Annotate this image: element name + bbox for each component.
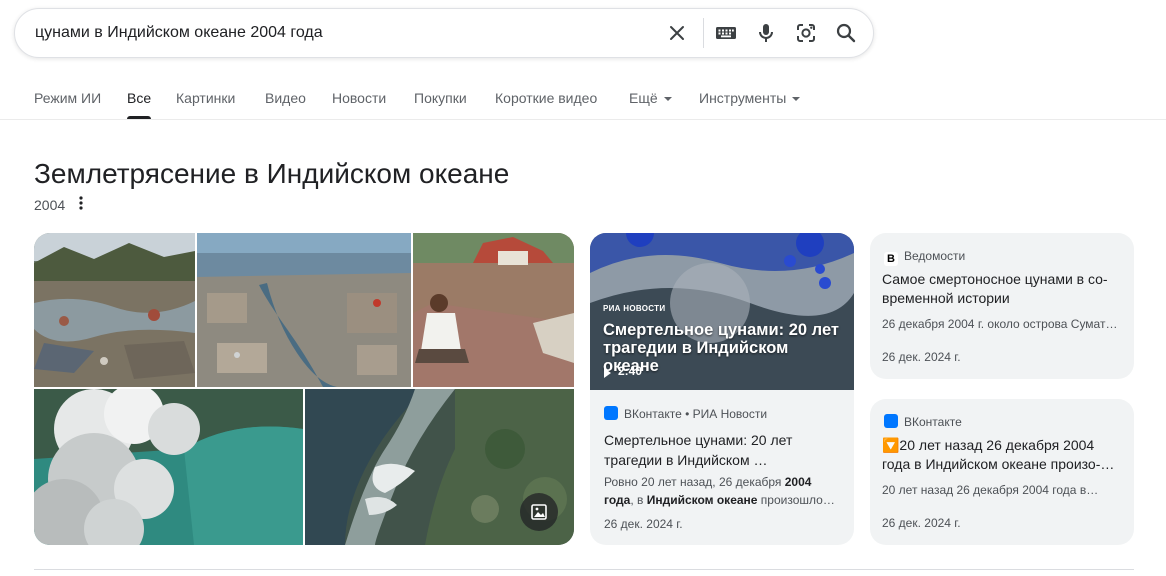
image-icon [531,504,547,520]
more-options-icon[interactable] [72,194,90,214]
tab-more[interactable]: Ещё [629,78,672,118]
news-source: ВКонтакте [884,414,962,430]
news-date: 26 дек. 2024 г. [882,350,961,364]
search-bar [14,8,874,58]
news-source-text: Ведомости [904,249,966,263]
search-divider [703,18,704,48]
tab-label: Режим ИИ [34,90,102,106]
news-source-text: ВКонтакте [904,415,962,429]
news-source: B Ведомости [884,248,965,266]
play-icon [604,368,611,378]
video-source: ВКонтакте • РИА Новости [604,406,767,422]
keyboard-icon[interactable] [714,21,738,45]
tab-short-videos[interactable]: Короткие видео [495,78,597,118]
section-divider [34,569,1134,570]
vk-icon [884,414,898,428]
caret-down-icon [792,97,801,102]
tab-tools[interactable]: Инструменты [699,78,801,118]
tab-label: Новости [332,90,387,106]
vk-icon [604,406,618,420]
search-icon[interactable] [834,21,858,45]
tab-videos[interactable]: Видео [265,78,306,118]
snippet-text: , в [630,493,647,507]
news-title[interactable]: 🔽20 лет назад 26 декабря 2004 года в Инд… [882,436,1124,474]
tsunami-photo-4[interactable] [34,389,303,545]
tab-label: Покупки [414,90,467,106]
tab-label: Инструменты [699,90,787,106]
tsunami-photo-2[interactable] [197,233,411,387]
tab-images[interactable]: Картинки [176,78,235,118]
news-snippet: 20 лет назад 26 декабря 2004 года в… [882,483,1099,497]
image-grid [34,233,574,545]
snippet-text: Ровно 20 лет назад, 26 декабря [604,475,785,489]
video-date: 26 дек. 2024 г. [604,517,683,531]
tab-news[interactable]: Новости [332,78,386,118]
video-title[interactable]: Смертельное цунами: 20 лет трагедии в Ин… [604,430,840,470]
panel-subtitle: 2004 [34,197,66,213]
news-card-vk[interactable]: ВКонтакте 🔽20 лет назад 26 декабря 2004 … [870,399,1134,545]
tab-shopping[interactable]: Покупки [414,78,467,118]
news-date: 26 дек. 2024 г. [882,516,961,530]
microphone-icon[interactable] [754,21,778,45]
tab-ai-mode[interactable]: Режим ИИ [34,78,101,118]
news-title[interactable]: Самое смертоносное цунами в со-временной… [882,270,1122,308]
vedomosti-icon: B [884,252,898,266]
video-snippet: Ровно 20 лет назад, 26 декабря 2004 года… [604,473,844,509]
panel-title: Землетрясение в Индийском океане [34,158,510,189]
lens-icon[interactable] [794,21,818,45]
news-card-vedomosti[interactable]: B Ведомости Самое смертоносное цунами в с… [870,233,1134,379]
tsunami-photo-1[interactable] [34,233,195,387]
tabs-divider [0,119,1166,120]
tab-label: Видео [265,90,306,106]
close-icon[interactable] [665,21,689,45]
image-search-button[interactable] [520,493,558,531]
tab-label: Все [127,90,152,106]
video-result-card[interactable]: РИА НОВОСТИ Смертельное цунами: 20 лет т… [590,233,854,545]
news-snippet: 26 декабря 2004 г. около острова Сумат… [882,317,1118,331]
tsunami-photo-3[interactable] [413,233,574,387]
video-brand: РИА НОВОСТИ [603,304,666,313]
snippet-highlight: Индийском океане [646,493,758,507]
video-duration-text: 2:40 [618,364,643,378]
tab-all[interactable]: Все [127,78,152,119]
video-duration: 2:40 [618,364,642,378]
video-source-text: ВКонтакте • РИА Новости [624,407,768,421]
tab-label: Короткие видео [495,90,598,106]
search-input[interactable] [35,9,655,57]
tab-label: Картинки [176,90,236,106]
snippet-text: произошло… [757,493,835,507]
tab-label: Ещё [629,90,658,106]
caret-down-icon [663,97,672,102]
video-thumbnail[interactable]: РИА НОВОСТИ Смертельное цунами: 20 лет т… [590,233,854,390]
